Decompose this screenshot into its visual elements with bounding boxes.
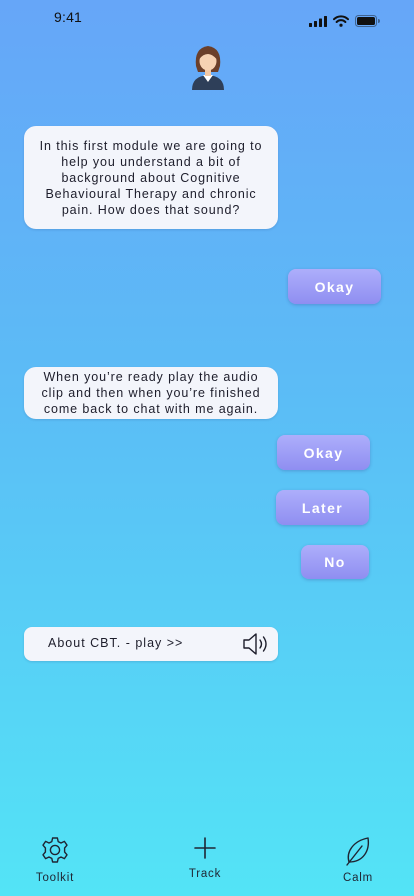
leaf-icon [343, 835, 373, 872]
no-reply-button[interactable]: No [301, 545, 369, 579]
tab-label: Track [188, 868, 222, 880]
okay-reply-button[interactable]: Okay [288, 269, 381, 304]
audio-clip-card[interactable]: About CBT. - play >> [24, 627, 278, 661]
cellular-signal-icon [309, 15, 327, 27]
coach-message-text: In this first module we are going to hel… [39, 138, 263, 217]
status-bar: 9:41 [0, 0, 414, 34]
coach-message-text: When you’re ready play the audio clip an… [41, 370, 261, 416]
wifi-icon [333, 15, 349, 27]
tab-track[interactable]: Track [182, 833, 228, 880]
speaker-icon[interactable] [242, 631, 272, 657]
status-icons [309, 15, 380, 27]
tab-label: Toolkit [35, 872, 75, 884]
battery-icon [355, 15, 380, 27]
plus-icon [190, 833, 220, 868]
okay-reply-button[interactable]: Okay [277, 435, 370, 470]
tab-label: Calm [342, 872, 374, 884]
coach-message: In this first module we are going to hel… [24, 126, 278, 229]
coach-avatar-icon [188, 42, 228, 90]
tab-toolkit[interactable]: Toolkit [32, 835, 78, 884]
audio-clip-label: About CBT. - play >> [48, 636, 184, 650]
later-reply-button[interactable]: Later [276, 490, 369, 525]
coach-message: When you’re ready play the audio clip an… [24, 367, 278, 419]
status-time: 9:41 [54, 9, 83, 25]
gear-icon [39, 835, 71, 872]
tab-calm[interactable]: Calm [336, 835, 380, 884]
